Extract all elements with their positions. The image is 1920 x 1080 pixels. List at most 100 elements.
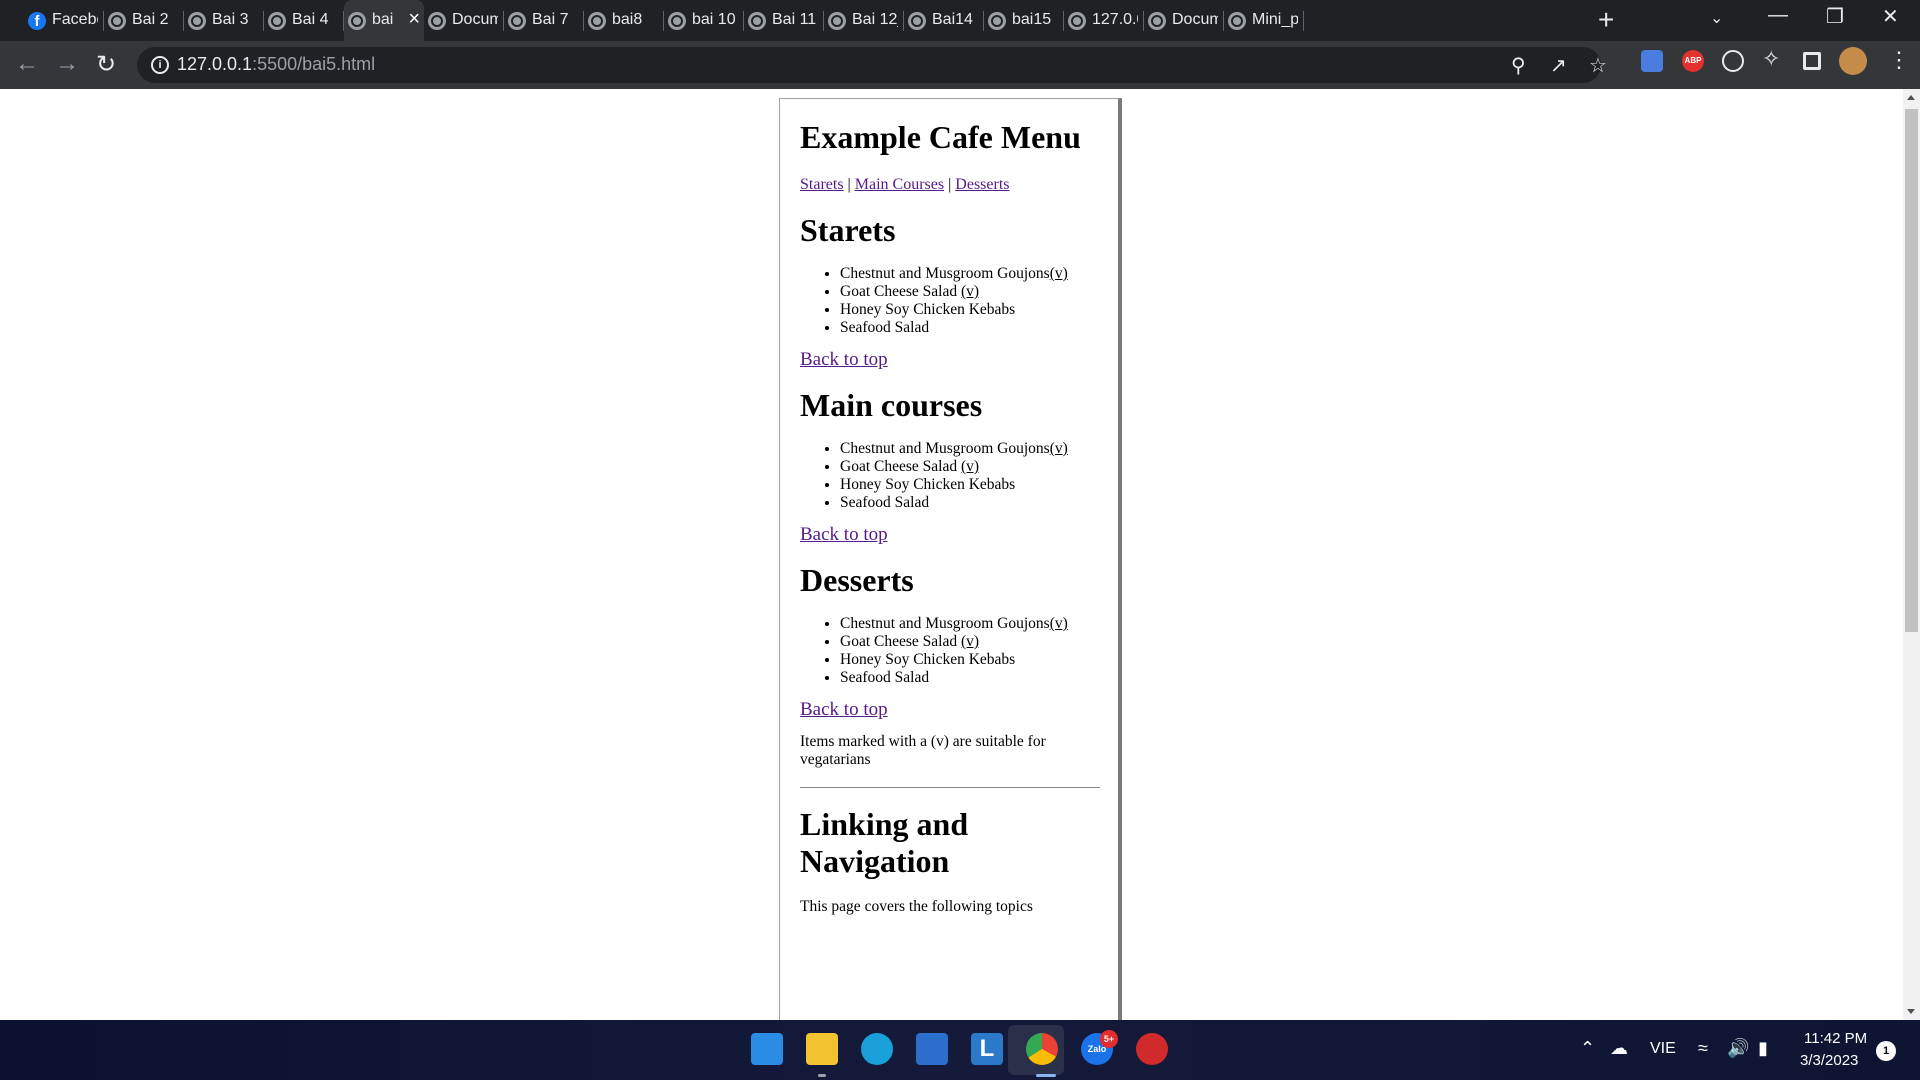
globe-icon xyxy=(1228,12,1246,30)
menu-item-name: Goat Cheese Salad xyxy=(840,633,961,650)
browser-tab[interactable]: bai15 xyxy=(984,0,1064,41)
globe-icon xyxy=(908,12,926,30)
browser-tab[interactable]: Bai 7 xyxy=(504,0,584,41)
tab-title: bai5 xyxy=(372,11,394,28)
reload-button[interactable]: ↻ xyxy=(96,50,116,79)
browser-toolbar: ← → ↻ i 127.0.0.1:5500/bai5.html ⚲ ↗ ☆ A… xyxy=(0,41,1920,89)
tab-title: Faceboo xyxy=(52,11,98,28)
edge-browser-icon[interactable] xyxy=(861,1033,893,1065)
vegetarian-note: Items marked with a (v) are suitable for… xyxy=(800,733,1046,768)
browser-tab[interactable]: bai 10 xyxy=(664,0,744,41)
menu-item-name: Chestnut and Musgroom Goujons xyxy=(840,615,1050,632)
microsoft-store-icon[interactable] xyxy=(916,1033,948,1065)
chrome-browser-icon[interactable] xyxy=(1026,1033,1058,1065)
browser-tab[interactable]: 127.0.0 xyxy=(1064,0,1144,41)
browser-tab[interactable]: Bai 3 xyxy=(184,0,264,41)
bookmark-star-icon[interactable]: ☆ xyxy=(1589,53,1607,78)
globe-icon xyxy=(188,12,206,30)
tab-title: bai15 xyxy=(1012,11,1052,28)
profile-avatar[interactable] xyxy=(1839,47,1867,75)
page-scrollbar[interactable] xyxy=(1903,89,1920,1020)
l-app-icon[interactable]: L xyxy=(971,1033,1003,1065)
address-bar[interactable]: i 127.0.0.1:5500/bai5.html ⚲ ↗ ☆ xyxy=(137,47,1607,83)
globe-icon xyxy=(348,12,366,30)
browser-tab[interactable]: bai5 × xyxy=(344,0,424,41)
clock-date[interactable]: 3/3/2023 xyxy=(1800,1052,1858,1069)
browser-tab[interactable]: Docum xyxy=(1144,0,1224,41)
browser-menu-icon[interactable]: ⋮ xyxy=(1888,47,1910,73)
onedrive-cloud-icon[interactable]: ☁ xyxy=(1610,1038,1628,1059)
nav-link-desserts[interactable]: Desserts xyxy=(955,176,1009,193)
menu-item: Seafood Salad xyxy=(840,319,1100,337)
browser-tab[interactable]: Bai 2 xyxy=(104,0,184,41)
compass-extension-icon[interactable] xyxy=(1722,50,1744,72)
browser-tab[interactable]: Bai14 xyxy=(904,0,984,41)
nav-link-main-courses[interactable]: Main Courses xyxy=(855,176,944,193)
browser-tab[interactable]: Bai 11 xyxy=(744,0,824,41)
section-heading-desserts: Desserts xyxy=(800,562,914,598)
wifi-icon[interactable]: ≈ xyxy=(1698,1038,1708,1059)
scroll-up-arrow-icon[interactable] xyxy=(1907,95,1915,100)
site-info-icon[interactable]: i xyxy=(151,56,169,74)
adblock-extension-icon[interactable]: ABP xyxy=(1682,50,1704,72)
globe-icon xyxy=(588,12,606,30)
side-panel-icon[interactable] xyxy=(1803,52,1821,70)
tab-title: Mini_p xyxy=(1252,11,1298,28)
extensions-puzzle-icon[interactable]: ✧ xyxy=(1762,46,1784,71)
back-to-top-link[interactable]: Back to top xyxy=(800,699,1100,721)
zoom-icon[interactable]: ⚲ xyxy=(1511,53,1526,78)
vegetarian-marker: (v) xyxy=(1049,615,1068,632)
browser-tab[interactable]: Bai 4 xyxy=(264,0,344,41)
minimize-button[interactable]: — xyxy=(1768,4,1788,27)
tab-close-icon[interactable]: × xyxy=(408,8,420,31)
url-text[interactable]: 127.0.0.1:5500/bai5.html xyxy=(177,54,375,75)
menu-item: Honey Soy Chicken Kebabs xyxy=(840,476,1100,494)
tab-title: Bai 2 xyxy=(132,11,169,28)
menu-item-name: Goat Cheese Salad xyxy=(840,283,961,300)
menu-item-name: Seafood Salad xyxy=(840,669,930,686)
browser-tab[interactable]: bai8 xyxy=(584,0,664,41)
tab-title: bai 10 xyxy=(692,11,736,28)
vegetarian-marker: (v) xyxy=(960,633,980,650)
garena-icon[interactable] xyxy=(1136,1033,1168,1065)
close-window-button[interactable]: ✕ xyxy=(1882,4,1899,29)
back-to-top-link[interactable]: Back to top xyxy=(800,524,1100,546)
page-title: Example Cafe Menu xyxy=(800,119,1081,155)
restore-button[interactable]: ❐ xyxy=(1826,4,1844,29)
section-heading-linking: Linking and Navigation xyxy=(800,806,969,879)
forward-button[interactable]: → xyxy=(55,50,79,78)
browser-tab[interactable]: f Faceboo xyxy=(24,0,104,41)
battery-icon[interactable]: ▮ xyxy=(1758,1038,1768,1059)
share-icon[interactable]: ↗ xyxy=(1550,53,1567,78)
windows-start-icon[interactable] xyxy=(751,1033,783,1065)
translate-extension-icon[interactable] xyxy=(1641,50,1663,72)
file-explorer-icon[interactable] xyxy=(806,1033,838,1065)
back-to-top-link[interactable]: Back to top xyxy=(800,349,1100,371)
scroll-down-arrow-icon[interactable] xyxy=(1907,1009,1915,1014)
nav-separator: | xyxy=(948,176,952,193)
show-hidden-icons-chevron-icon[interactable]: ⌃ xyxy=(1580,1038,1595,1059)
clock-time[interactable]: 11:42 PM xyxy=(1804,1030,1867,1047)
browser-tab[interactable]: Mini_p xyxy=(1224,0,1304,41)
notification-center-badge[interactable]: 1 xyxy=(1876,1041,1896,1061)
globe-icon xyxy=(668,12,686,30)
browser-tab[interactable]: Docum xyxy=(424,0,504,41)
main-courses-list: Chestnut and Musgroom Goujons(v)Goat Che… xyxy=(840,440,1100,512)
volume-icon[interactable]: 🔊 xyxy=(1727,1038,1749,1059)
new-tab-button[interactable]: + xyxy=(1598,4,1614,36)
back-button[interactable]: ← xyxy=(15,50,39,78)
tab-title: Bai 12_ xyxy=(852,11,898,28)
topics-intro-text: This page covers the following topics xyxy=(800,898,1033,915)
browser-tab[interactable]: Bai 12_ xyxy=(824,0,904,41)
nav-link-starters[interactable]: Starets xyxy=(800,176,844,193)
scrollbar-thumb[interactable] xyxy=(1905,109,1918,632)
globe-icon xyxy=(508,12,526,30)
menu-item: Chestnut and Musgroom Goujons(v) xyxy=(840,440,1100,458)
section-heading-main-courses: Main courses xyxy=(800,387,983,423)
menu-item-name: Chestnut and Musgroom Goujons xyxy=(840,440,1050,457)
input-language-indicator[interactable]: VIE xyxy=(1650,1040,1676,1058)
tab-search-chevron-icon[interactable]: ⌄ xyxy=(1710,8,1723,28)
menu-item: Chestnut and Musgroom Goujons(v) xyxy=(840,615,1100,633)
zalo-notification-badge: 5+ xyxy=(1100,1030,1118,1048)
desserts-list: Chestnut and Musgroom Goujons(v)Goat Che… xyxy=(840,615,1100,687)
